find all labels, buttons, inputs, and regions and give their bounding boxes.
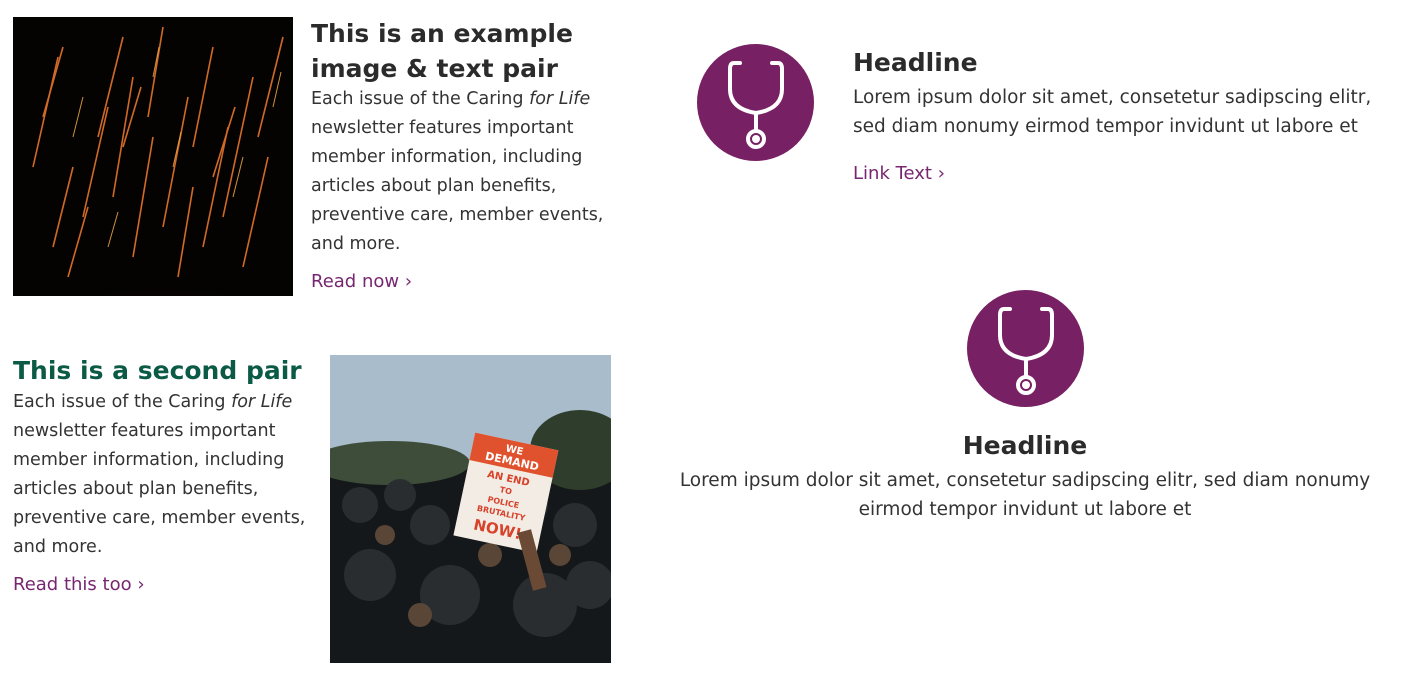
pair1-body-text: Each issue of the Caring [311,89,530,109]
protest-image-art: WE DEMAND AN END TO POLICE BRUTALITY NOW… [330,355,611,663]
pair1-body-emphasis: for Life [529,89,591,109]
stethoscope-icon [997,306,1054,395]
feature1-body: Lorem ipsum dolor sit amet, consetetur s… [853,87,1372,137]
pair1-body-text-rest: newsletter features important member inf… [311,118,604,254]
feature1-headline: Headline [853,48,978,77]
protest-image: WE DEMAND AN END TO POLICE BRUTALITY NOW… [330,355,611,663]
link-text-link[interactable]: Link Text › [853,160,945,188]
pair2-body: Each issue of the Caring for Life newsle… [13,388,313,562]
read-now-link[interactable]: Read now › [311,268,412,296]
feature2-body: Lorem ipsum dolor sit amet, consetetur s… [679,470,1371,520]
sparks-image [13,17,293,296]
stethoscope-icon-badge [697,44,814,161]
stethoscope-icon-badge [967,290,1084,407]
pair2-body-emphasis: for Life [231,392,293,412]
pair2-body-text-rest: newsletter features important member inf… [13,421,306,557]
sparks-image-art [13,17,293,296]
read-this-too-link[interactable]: Read this too › [13,571,145,599]
pair2-heading: This is a second pair [13,356,302,385]
pair1-heading: This is an example image & text pair [311,19,573,83]
stethoscope-icon [727,60,784,149]
pair1-body: Each issue of the Caring for Life newsle… [311,85,611,259]
feature2-headline: Headline [962,431,1088,460]
pair2-body-text: Each issue of the Caring [13,392,232,412]
